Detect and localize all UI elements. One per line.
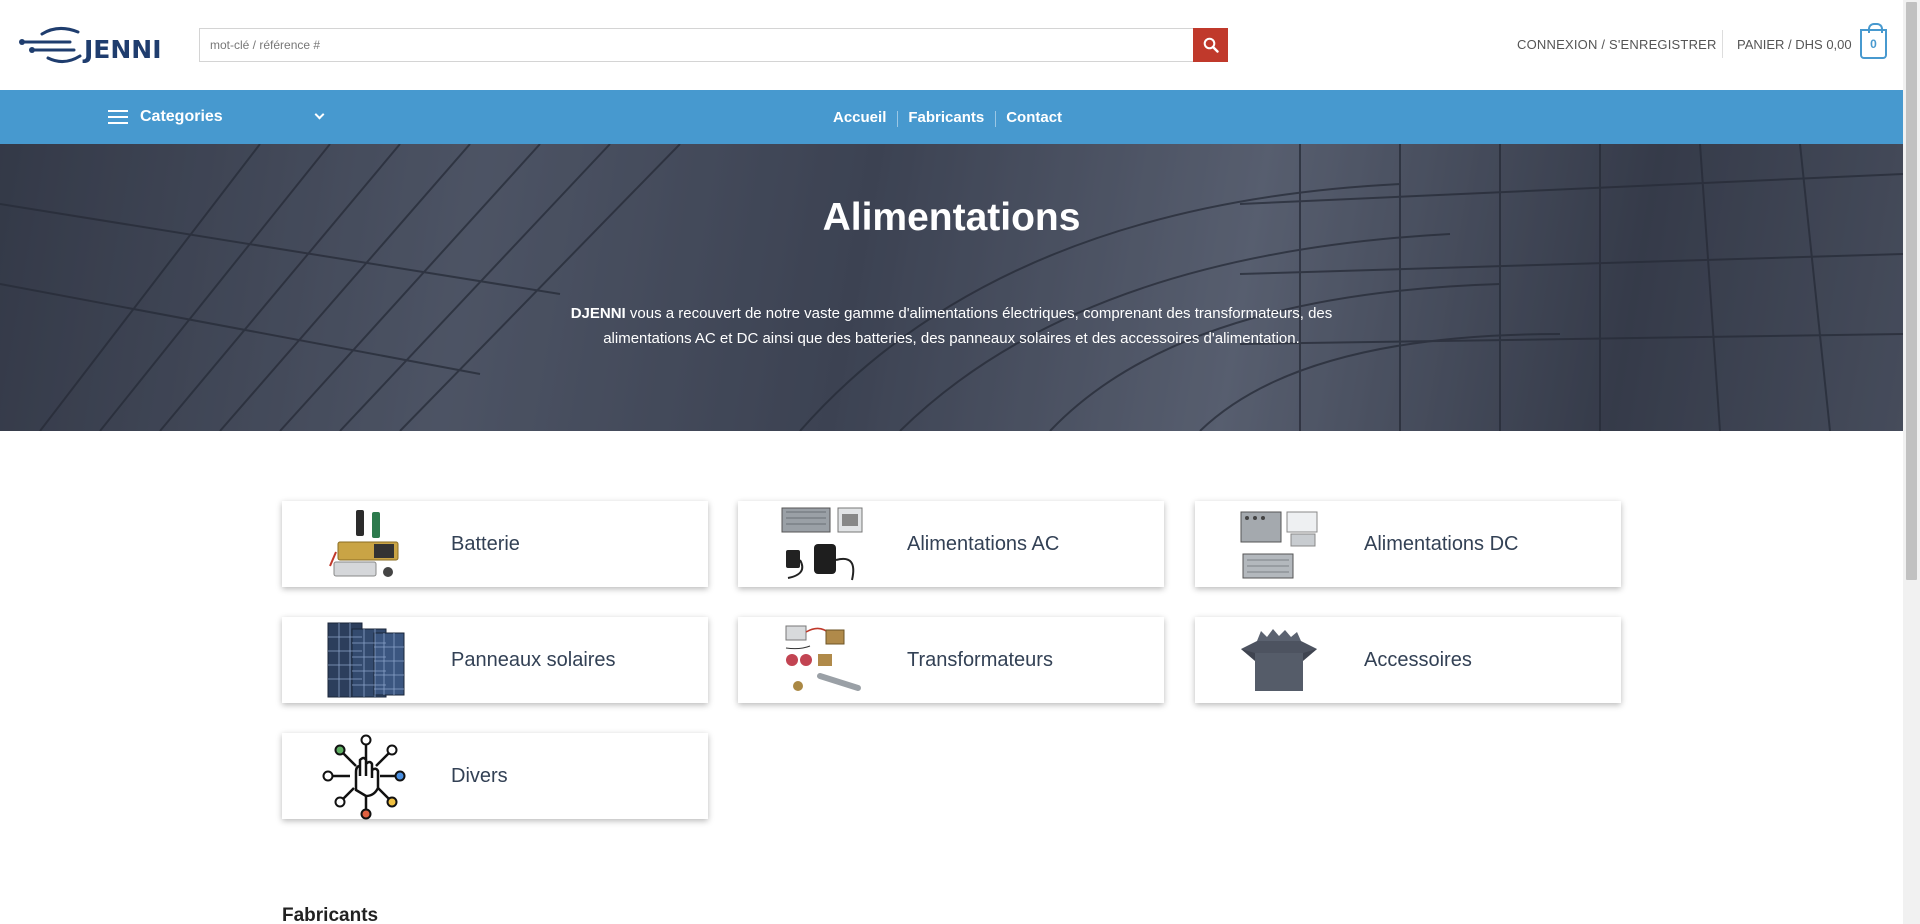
category-card-alimentations-ac[interactable]: Alimentations AC bbox=[738, 501, 1164, 587]
categories-label: Categories bbox=[140, 108, 223, 125]
svg-text:JENNI: JENNI bbox=[82, 35, 162, 64]
search-button[interactable] bbox=[1193, 28, 1228, 62]
search-input[interactable] bbox=[199, 28, 1193, 62]
category-label: Alimentations AC bbox=[907, 533, 1060, 555]
site-header: JENNI CONNEXION / S'ENREGISTRER PANIER /… bbox=[0, 0, 1903, 90]
menu-item-fabricants[interactable]: Fabricants bbox=[897, 109, 995, 127]
hero-description: DJENNI vous a recouvert de notre vaste g… bbox=[540, 301, 1363, 351]
hamburger-icon bbox=[108, 110, 128, 124]
categories-dropdown[interactable]: Categories bbox=[108, 90, 333, 144]
dc-power-supply-icon bbox=[1233, 501, 1325, 587]
ac-power-supply-icon bbox=[776, 501, 868, 587]
category-card-divers[interactable]: Divers bbox=[282, 733, 708, 820]
category-label: Batterie bbox=[451, 533, 520, 555]
search-bar bbox=[199, 28, 1228, 62]
fabricants-section-title: Fabricants bbox=[282, 905, 379, 924]
page-title: Alimentations bbox=[822, 196, 1081, 239]
category-card-panneaux-solaires[interactable]: Panneaux solaires bbox=[282, 617, 708, 703]
category-card-accessoires[interactable]: Accessoires bbox=[1195, 617, 1621, 703]
solar-panel-icon bbox=[320, 617, 412, 703]
building-background-image bbox=[0, 144, 1903, 431]
category-label: Accessoires bbox=[1364, 649, 1472, 671]
chevron-down-icon bbox=[314, 109, 325, 120]
main-navbar: Categories Accueil Fabricants Contact bbox=[0, 90, 1903, 144]
hero-banner: Alimentations DJENNI vous a recouvert de… bbox=[0, 144, 1903, 431]
category-label: Alimentations DC bbox=[1364, 533, 1519, 555]
menu-item-accueil[interactable]: Accueil bbox=[822, 109, 897, 126]
cart-count-badge[interactable]: 0 bbox=[1860, 23, 1887, 59]
site-logo[interactable]: JENNI bbox=[18, 20, 168, 68]
category-label: Transformateurs bbox=[907, 649, 1053, 671]
hero-brand: DJENNI bbox=[570, 305, 626, 322]
category-card-batterie[interactable]: Batterie bbox=[282, 501, 708, 587]
main-menu: Accueil Fabricants Contact bbox=[822, 90, 1073, 144]
accessories-box-icon bbox=[1233, 617, 1325, 703]
cart-link[interactable]: PANIER / DHS 0,00 bbox=[1737, 37, 1852, 52]
page-scrollbar[interactable] bbox=[1903, 0, 1920, 924]
network-hand-icon bbox=[320, 733, 412, 820]
search-icon bbox=[1203, 37, 1219, 53]
category-label: Panneaux solaires bbox=[451, 649, 616, 671]
scrollbar-thumb[interactable] bbox=[1906, 2, 1917, 580]
category-label: Divers bbox=[451, 765, 508, 787]
category-card-transformateurs[interactable]: Transformateurs bbox=[738, 617, 1164, 703]
menu-item-contact[interactable]: Contact bbox=[995, 109, 1073, 127]
login-register-link[interactable]: CONNEXION / S'ENREGISTRER bbox=[1517, 37, 1717, 52]
transformer-icon bbox=[776, 617, 868, 703]
category-card-alimentations-dc[interactable]: Alimentations DC bbox=[1195, 501, 1621, 587]
header-divider bbox=[1722, 30, 1723, 58]
battery-icon bbox=[320, 501, 412, 587]
hero-description-text: vous a recouvert de notre vaste gamme d'… bbox=[603, 305, 1333, 347]
